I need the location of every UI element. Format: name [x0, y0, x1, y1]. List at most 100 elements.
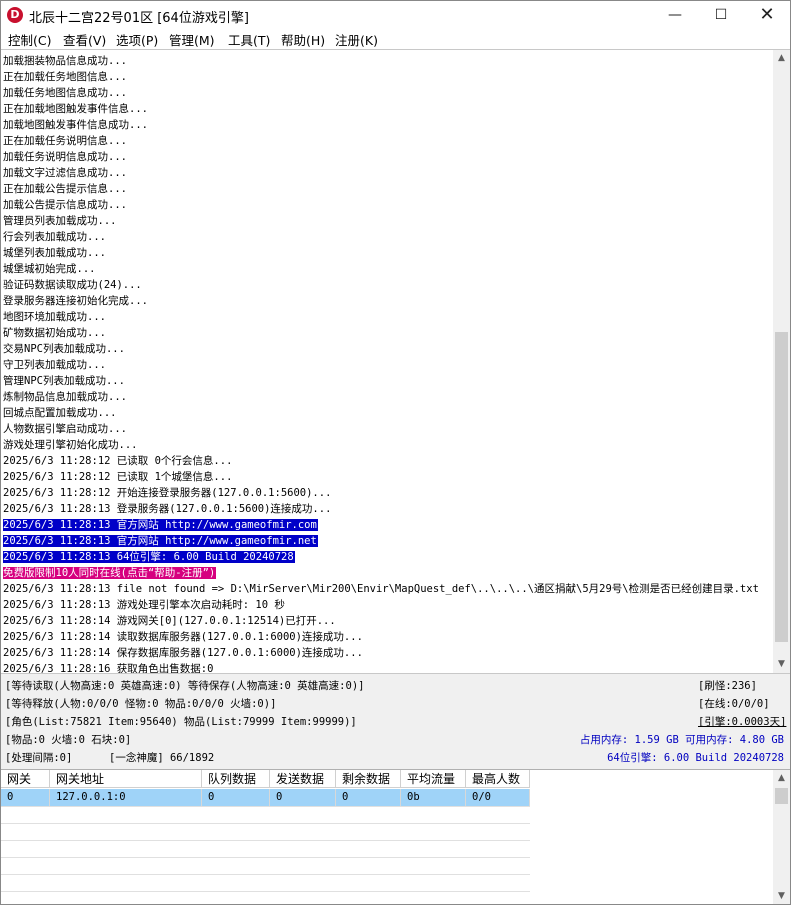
log-line-text: 交易NPC列表加载成功...	[3, 343, 125, 355]
menu-view[interactable]: 查看(V)	[63, 30, 106, 49]
log-line-text: 2025/6/3 11:28:13 官方网站 http://www.gameof…	[3, 519, 318, 531]
column-header-address[interactable]: 网关地址	[50, 770, 202, 788]
log-line-text: 正在加载任务说明信息...	[3, 135, 127, 147]
cell-queue: 0	[202, 789, 270, 806]
log-line-text: 行会列表加载成功...	[3, 231, 106, 243]
log-line-text: 2025/6/3 11:28:13 64位引擎: 6.00 Build 2024…	[3, 551, 295, 563]
log-line-text: 2025/6/3 11:28:14 读取数据库服务器(127.0.0.1:600…	[3, 631, 363, 643]
column-header-queue[interactable]: 队列数据	[202, 770, 270, 788]
column-header-max-users[interactable]: 最高人数	[466, 770, 530, 788]
log-line: 管理NPC列表加载成功...	[3, 373, 760, 389]
scroll-down-icon[interactable]: ▼	[773, 888, 790, 904]
log-line-text: 游戏处理引擎初始化成功...	[3, 439, 138, 451]
engine-time-status[interactable]: [引擎:0.0003天]	[698, 714, 786, 729]
log-line-text: 2025/6/3 11:28:13 登录服务器(127.0.0.1:5600)连…	[3, 503, 332, 515]
log-line-text: 2025/6/3 11:28:14 保存数据库服务器(127.0.0.1:600…	[3, 647, 363, 659]
log-line: 加载任务说明信息成功...	[3, 149, 760, 165]
cell-address: 127.0.0.1:0	[50, 789, 202, 806]
grid-line	[1, 840, 530, 841]
cell-sent: 0	[270, 789, 336, 806]
shenmo-status: [一念神魔] 66/1892	[109, 752, 215, 764]
log-line: 守卫列表加载成功...	[3, 357, 760, 373]
scroll-up-icon[interactable]: ▲	[773, 770, 790, 787]
menu-tools[interactable]: 工具(T)	[228, 30, 270, 49]
online-status: [在线:0/0/0]	[698, 698, 770, 710]
log-panel[interactable]: 加载捆装物品信息成功... 正在加载任务地图信息... 加载任务地图信息成功... 正…	[1, 49, 790, 674]
log-line-text: 加载捆装物品信息成功...	[3, 55, 127, 67]
log-line-text: 2025/6/3 11:28:12 已读取 1个城堡信息...	[3, 471, 233, 483]
cell-avg-traffic: 0b	[401, 789, 466, 806]
log-line: 2025/6/3 11:28:12 开始连接登录服务器(127.0.0.1:56…	[3, 485, 760, 501]
engine-build-status: 64位引擎: 6.00 Build 20240728	[607, 752, 784, 764]
log-line-text: 正在加载任务地图信息...	[3, 71, 127, 83]
main-window: D 北辰十二宫22号01区 [64位游戏引擎] — ☐ ✕ 控制(C) 查看(V…	[0, 0, 791, 905]
log-line: 城堡列表加载成功...	[3, 245, 760, 261]
log-line: 加载任务地图信息成功...	[3, 85, 760, 101]
log-line-text: 2025/6/3 11:28:12 已读取 0个行会信息...	[3, 455, 233, 467]
log-line-text: 城堡列表加载成功...	[3, 247, 106, 259]
log-line-text: 地图环境加载成功...	[3, 311, 106, 323]
column-header-remaining[interactable]: 剩余数据	[336, 770, 401, 788]
log-line: 交易NPC列表加载成功...	[3, 341, 760, 357]
log-line-text: 城堡城初始完成...	[3, 263, 96, 275]
refresh-monster-status: [刷怪:236]	[698, 680, 757, 692]
cell-gateway: 0	[1, 789, 50, 806]
menu-options[interactable]: 选项(P)	[116, 30, 158, 49]
log-line: 2025/6/3 11:28:13 登录服务器(127.0.0.1:5600)连…	[3, 501, 760, 517]
log-line: 加载公告提示信息成功...	[3, 197, 760, 213]
scroll-thumb[interactable]	[775, 788, 788, 804]
log-line: 加载捆装物品信息成功...	[3, 53, 760, 69]
log-list: 加载捆装物品信息成功... 正在加载任务地图信息... 加载任务地图信息成功... 正…	[3, 53, 760, 674]
log-line: 验证码数据读取成功(24)...	[3, 277, 760, 293]
log-line-text: 管理员列表加载成功...	[3, 215, 117, 227]
menu-manage[interactable]: 管理(M)	[169, 30, 215, 49]
menu-help[interactable]: 帮助(H)	[281, 30, 325, 49]
log-line: 回城点配置加载成功...	[3, 405, 760, 421]
log-line-text: 矿物数据初始成功...	[3, 327, 106, 339]
cell-remaining: 0	[336, 789, 401, 806]
column-header-gateway[interactable]: 网关	[1, 770, 50, 788]
log-line-text: 2025/6/3 11:28:14 游戏网关[0](127.0.0.1:1251…	[3, 615, 336, 627]
log-line-text: 守卫列表加载成功...	[3, 359, 106, 371]
maximize-button[interactable]: ☐	[698, 1, 744, 29]
menu-register[interactable]: 注册(K)	[335, 30, 378, 49]
log-line: 管理员列表加载成功...	[3, 213, 760, 229]
log-scrollbar[interactable]: ▲ ▼	[773, 50, 790, 673]
table-scrollbar[interactable]: ▲ ▼	[773, 770, 790, 904]
menu-bar: 控制(C) 查看(V) 选项(P) 管理(M) 工具(T) 帮助(H) 注册(K…	[1, 29, 790, 49]
scroll-up-icon[interactable]: ▲	[773, 50, 790, 67]
menu-control[interactable]: 控制(C)	[8, 30, 51, 49]
log-line-text: 2025/6/3 11:28:13 游戏处理引擎本次启动耗时: 10 秒	[3, 599, 285, 611]
log-line-text: 2025/6/3 11:28:16 获取角色出售数据:0	[3, 663, 214, 674]
log-line: 正在加载地图触发事件信息...	[3, 101, 760, 117]
log-line-text: 回城点配置加载成功...	[3, 407, 117, 419]
log-line-text[interactable]: 免费版限制10人同时在线(点击“帮助-注册”)	[3, 567, 217, 579]
close-button[interactable]: ✕	[744, 1, 790, 29]
log-line: 2025/6/3 11:28:12 已读取 1个城堡信息...	[3, 469, 760, 485]
grid-line	[1, 891, 530, 892]
log-line: 城堡城初始完成...	[3, 261, 760, 277]
log-line: 正在加载任务地图信息...	[3, 69, 760, 85]
memory-status: 占用内存: 1.59 GB 可用内存: 4.80 GB	[579, 734, 784, 746]
column-header-avg-traffic[interactable]: 平均流量	[401, 770, 466, 788]
log-line: 游戏处理引擎初始化成功...	[3, 437, 760, 453]
wait-read-status: [等待读取(人物高速:0 英雄高速:0) 等待保存(人物高速:0 英雄高速:0)…	[5, 680, 365, 692]
scroll-down-icon[interactable]: ▼	[773, 656, 790, 673]
log-line: 2025/6/3 11:28:13 64位引擎: 6.00 Build 2024…	[3, 549, 760, 565]
window-title: 北辰十二宫22号01区 [64位游戏引擎]	[29, 11, 249, 26]
minimize-button[interactable]: —	[652, 1, 698, 29]
column-header-sent[interactable]: 发送数据	[270, 770, 336, 788]
role-status: [角色(List:75821 Item:95640) 物品(List:79999…	[5, 716, 357, 728]
log-line-text: 加载公告提示信息成功...	[3, 199, 127, 211]
scroll-thumb[interactable]	[775, 332, 788, 642]
gateway-table[interactable]: 网关 网关地址 队列数据 发送数据 剩余数据 平均流量 最高人数 0 127.0…	[1, 769, 790, 904]
log-line-text: 登录服务器连接初始化完成...	[3, 295, 148, 307]
cell-max-users: 0/0	[466, 789, 530, 806]
log-line: 2025/6/3 11:28:14 保存数据库服务器(127.0.0.1:600…	[3, 645, 760, 661]
log-line: 2025/6/3 11:28:13 file not found => D:\M…	[3, 581, 760, 597]
title-bar[interactable]: D 北辰十二宫22号01区 [64位游戏引擎] — ☐ ✕	[1, 1, 790, 29]
log-line-text: 加载文字过滤信息成功...	[3, 167, 127, 179]
log-line: 2025/6/3 11:28:14 读取数据库服务器(127.0.0.1:600…	[3, 629, 760, 645]
log-line: 炼制物品信息加载成功...	[3, 389, 760, 405]
log-line: 正在加载公告提示信息...	[3, 181, 760, 197]
